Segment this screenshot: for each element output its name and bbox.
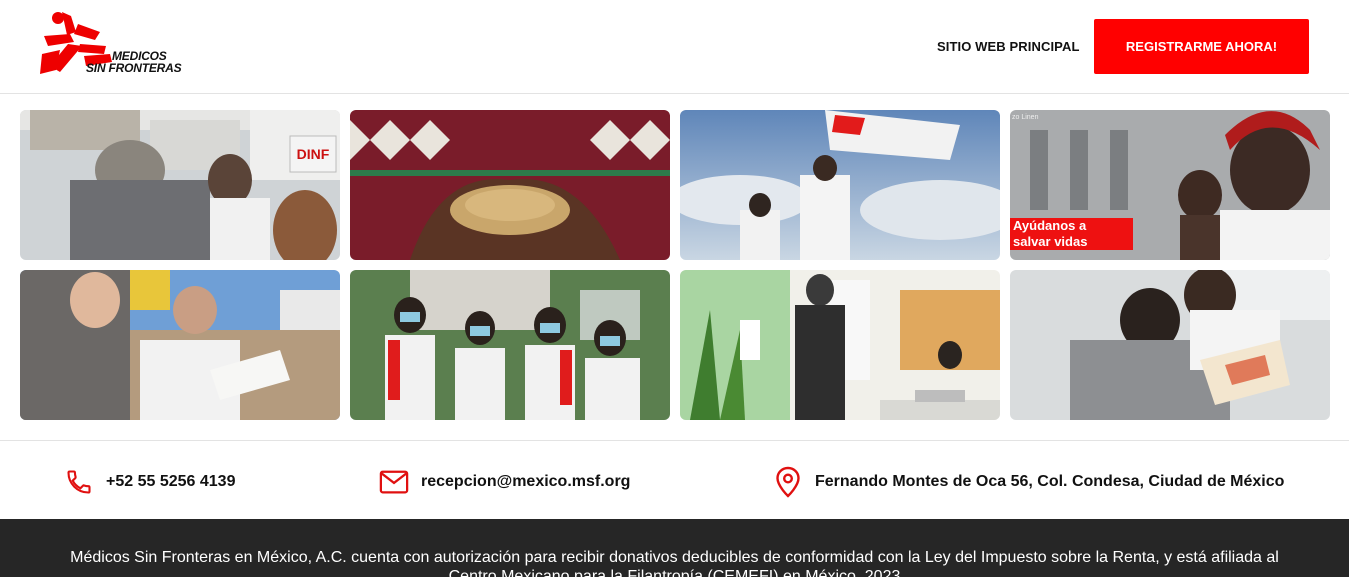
contact-bar: +52 55 5256 4139 recepcion@mexico.msf.or… [0, 440, 1349, 520]
site-footer: Médicos Sin Fronteras en México, A.C. cu… [0, 519, 1349, 585]
photo-flag-raising [680, 110, 1000, 260]
contact-email[interactable]: recepcion@mexico.msf.org [379, 467, 630, 497]
contact-phone[interactable]: +52 55 5256 4139 [64, 467, 235, 497]
phone-icon [64, 467, 94, 497]
logo-line-2: SIN FRONTERAS [86, 61, 182, 75]
street-address: Fernando Montes de Oca 56, Col. Condesa,… [815, 473, 1285, 490]
overlay-text-line-1: Ayúdanos a [1013, 218, 1087, 233]
photo-map-study [1010, 270, 1330, 420]
location-pin-icon [773, 466, 803, 498]
tile-sign-text: DINF [297, 146, 330, 162]
footer-legal-text: Médicos Sin Fronteras en México, A.C. cu… [70, 549, 1279, 585]
photo-mother-child: Ayúdanos a salvar vidas zo Linen [1010, 110, 1330, 260]
register-now-button[interactable]: REGISTRARME AHORA! [1094, 19, 1309, 74]
phone-number: +52 55 5256 4139 [106, 473, 236, 490]
photo-clinic-room [680, 270, 1000, 420]
contact-address[interactable]: Fernando Montes de Oca 56, Col. Condesa,… [773, 466, 1285, 498]
msf-logo[interactable]: MEDICOS SIN FRONTERAS [40, 10, 190, 78]
photo-credit: zo Linen [1012, 114, 1039, 121]
photo-team-hearts [350, 270, 670, 420]
site-header: MEDICOS SIN FRONTERAS SITIO WEB PRINCIPA… [0, 0, 1349, 94]
main-website-link[interactable]: SITIO WEB PRINCIPAL [937, 39, 1080, 54]
overlay-text-line-2: salvar vidas [1013, 234, 1087, 249]
photo-hands-grain [350, 110, 670, 260]
photo-gallery: DINF Ayúdanos a salvar vidas zo Linen [20, 110, 1331, 420]
photo-pharmacy-shelves: DINF [20, 110, 340, 260]
mail-icon [379, 467, 409, 497]
logo-wordmark: MEDICOS SIN FRONTERAS [86, 50, 182, 75]
photo-field-documents [20, 270, 340, 420]
email-address: recepcion@mexico.msf.org [421, 473, 631, 490]
